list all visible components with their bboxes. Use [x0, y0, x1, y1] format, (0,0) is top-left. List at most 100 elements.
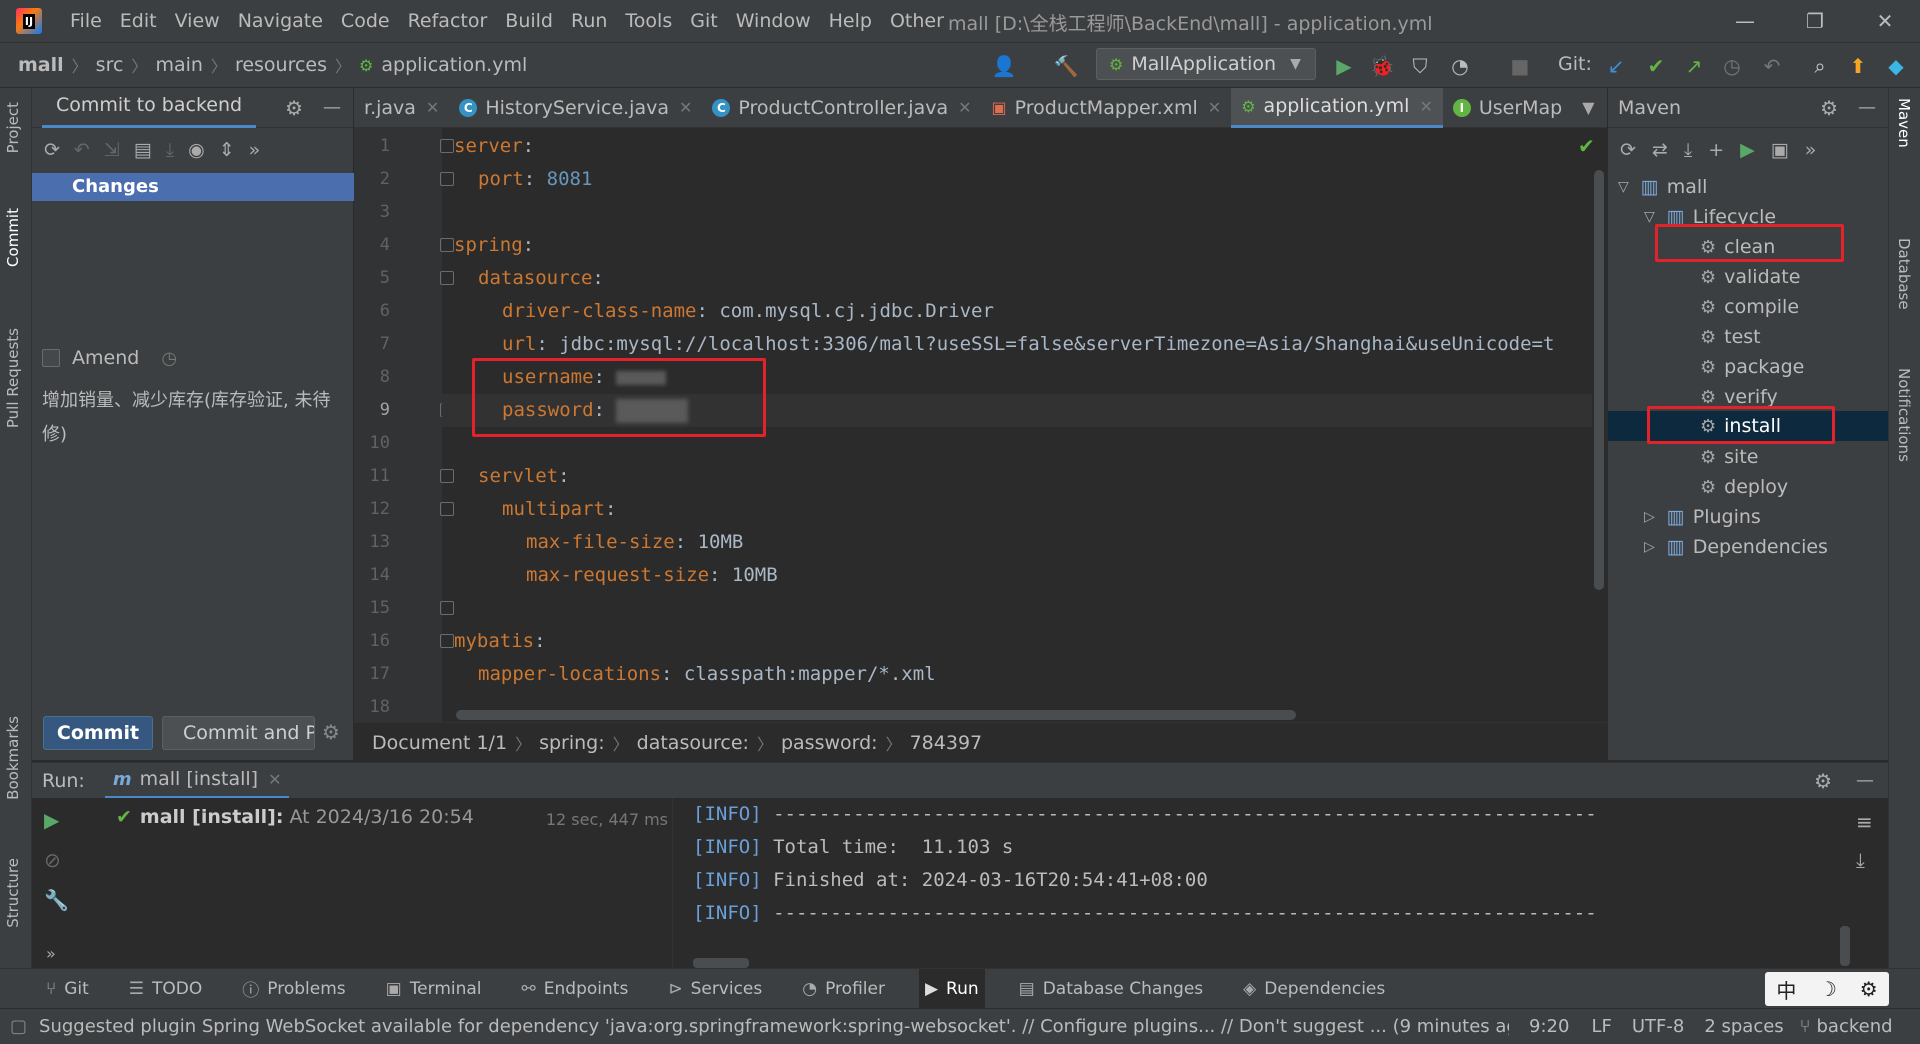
reload-icon[interactable]: ⟳ [1620, 139, 1636, 161]
maven-phase-site[interactable]: ⚙ site [1700, 442, 1758, 472]
fold-icon[interactable] [440, 634, 454, 648]
coverage-icon[interactable]: ⛉ [1406, 52, 1434, 80]
debug-icon[interactable]: 🐞 [1368, 52, 1396, 80]
side-tab-notifications[interactable]: Notifications [1895, 368, 1913, 462]
maven-phase-deploy[interactable]: ⚙ deploy [1700, 472, 1788, 502]
run-console[interactable]: [INFO] ---------------------------------… [672, 798, 1850, 968]
more-icon[interactable]: » [1805, 139, 1817, 161]
commit-button[interactable]: Commit [43, 716, 153, 750]
tab-application-yml[interactable]: ⚙ application.yml ✕ [1231, 87, 1443, 128]
refresh-icon[interactable]: ⟳ [44, 139, 60, 161]
menu-window[interactable]: Window [736, 10, 811, 32]
breadcrumb-src[interactable]: src [96, 54, 124, 76]
menu-navigate[interactable]: Navigate [238, 10, 323, 32]
commit-options-gear-icon[interactable]: ⚙ [322, 720, 340, 744]
line-separator[interactable]: LF [1591, 1016, 1611, 1037]
git-update-icon[interactable]: ↙ [1602, 52, 1630, 80]
run-icon[interactable]: ▶ [1740, 139, 1755, 161]
stop-icon[interactable]: ■ [1506, 52, 1534, 80]
console-vertical-scrollbar[interactable] [1840, 926, 1850, 966]
bottom-tab-endpoints[interactable]: ⚯ Endpoints [516, 969, 635, 1009]
bottom-tab-dependencies[interactable]: ◈ Dependencies [1237, 969, 1391, 1009]
ime-mode[interactable]: 中 [1776, 975, 1796, 1004]
ime-tool[interactable]: ⚙ [1860, 977, 1878, 1001]
close-icon[interactable]: ✕ [679, 98, 692, 117]
bottom-tab-services[interactable]: ⊳ Services [662, 969, 768, 1009]
build-hammer-icon[interactable]: 🔨 [1052, 52, 1080, 80]
tab-history-service[interactable]: C HistoryService.java ✕ [449, 88, 702, 128]
menu-tools[interactable]: Tools [625, 10, 672, 32]
side-tab-database[interactable]: Database [1895, 238, 1913, 310]
ime-toolbar[interactable]: 中 ☽ ⚙ [1765, 972, 1889, 1006]
run-icon[interactable]: ▶ [1330, 52, 1358, 80]
download-icon[interactable]: ⤓ [1684, 139, 1692, 161]
changes-list-item[interactable]: Changes [32, 173, 354, 201]
menu-build[interactable]: Build [505, 10, 553, 32]
side-tab-project[interactable]: Project [4, 102, 22, 153]
bottom-tab-profiler[interactable]: ◔ Profiler [796, 969, 891, 1009]
tab-product-mapper[interactable]: ▣ ProductMapper.xml ✕ [982, 88, 1232, 128]
fold-icon[interactable] [440, 502, 454, 516]
maven-plugins[interactable]: ▷ ▥ Plugins [1644, 502, 1761, 532]
scroll-to-end-icon[interactable]: ⤓ [1856, 848, 1865, 872]
tab-r-java[interactable]: r.java ✕ [354, 88, 449, 128]
git-push-icon[interactable]: ↗ [1680, 52, 1708, 80]
hide-icon[interactable]: — [1856, 770, 1874, 791]
horizontal-scrollbar[interactable] [456, 710, 1296, 720]
git-branch[interactable]: backend [1816, 1016, 1892, 1037]
close-window-icon[interactable]: ✕ [1862, 6, 1908, 36]
user-icon[interactable]: 👤 [990, 52, 1018, 80]
breadcrumb-resources[interactable]: resources [235, 54, 327, 76]
maven-dependencies[interactable]: ▷ ▥ Dependencies [1644, 532, 1828, 562]
maven-phase-package[interactable]: ⚙ package [1700, 352, 1804, 382]
restore-icon[interactable]: ❐ [1792, 6, 1838, 36]
rerun-icon[interactable]: ▶ [44, 808, 59, 832]
fold-icon[interactable] [440, 469, 454, 483]
layout-icon[interactable]: ▢ [10, 1016, 27, 1037]
caret-position[interactable]: 9:20 [1529, 1016, 1569, 1037]
file-encoding[interactable]: UTF-8 [1632, 1016, 1684, 1037]
ime-punct[interactable]: ☽ [1819, 977, 1837, 1001]
fold-icon[interactable] [440, 601, 454, 615]
search-icon[interactable]: ⌕ [1806, 52, 1834, 80]
fold-icon[interactable] [440, 172, 454, 186]
side-tab-bookmarks[interactable]: Bookmarks [4, 716, 22, 800]
history-icon[interactable]: ◷ [1718, 52, 1746, 80]
menu-refactor[interactable]: Refactor [408, 10, 488, 32]
bottom-tab-database-changes[interactable]: ▤ Database Changes [1013, 969, 1210, 1009]
history-icon[interactable]: ◷ [161, 348, 177, 369]
amend-checkbox[interactable] [42, 349, 60, 367]
bottom-tab-terminal[interactable]: ▣ Terminal [380, 969, 488, 1009]
console-horizontal-scrollbar[interactable] [693, 958, 749, 968]
side-tab-pull-requests[interactable]: Pull Requests [4, 328, 22, 428]
wrench-icon[interactable]: 🔧 [44, 888, 69, 912]
commit-message-input[interactable]: 增加销量、减少库存(库存验证, 未待修) [42, 384, 332, 452]
commit-tab[interactable]: Commit to backend [42, 88, 257, 128]
rollback-icon[interactable]: ↶ [74, 139, 90, 161]
menu-edit[interactable]: Edit [120, 10, 157, 32]
soft-wrap-icon[interactable]: ≡ [1856, 810, 1873, 834]
menu-file[interactable]: File [70, 10, 102, 32]
side-tab-commit[interactable]: Commit [4, 208, 22, 267]
tab-product-controller[interactable]: C ProductController.java ✕ [702, 88, 981, 128]
chevron-down-icon[interactable]: ▼ [1582, 98, 1594, 117]
eye-icon[interactable]: ◉ [188, 139, 205, 161]
run-tree-entry[interactable]: ✔ mall [install]: At 2024/3/16 20:54 [116, 806, 474, 828]
more-icon[interactable]: » [46, 944, 56, 963]
fold-icon[interactable] [440, 238, 454, 252]
run-configuration-select[interactable]: ⚙ MallApplication ▼ [1096, 48, 1316, 80]
download-icon[interactable]: ⤓ [166, 139, 174, 161]
expand-icon[interactable]: ⇕ [219, 139, 235, 161]
crumb-value[interactable]: 784397 [910, 732, 983, 754]
crumb-document[interactable]: Document 1/1 [372, 732, 507, 754]
side-tab-maven[interactable]: Maven [1895, 98, 1913, 148]
menu-code[interactable]: Code [341, 10, 390, 32]
generate-sources-icon[interactable]: ⇄ [1652, 139, 1668, 161]
close-icon[interactable]: ✕ [1419, 97, 1432, 116]
maven-root[interactable]: ▽ ▥ mall [1618, 172, 1707, 202]
close-icon[interactable]: ✕ [1208, 98, 1221, 117]
menu-other[interactable]: Other [890, 10, 944, 32]
shelve-icon[interactable]: ⇲ [104, 139, 120, 161]
menu-git[interactable]: Git [690, 10, 717, 32]
profile-icon[interactable]: ◔ [1446, 52, 1474, 80]
